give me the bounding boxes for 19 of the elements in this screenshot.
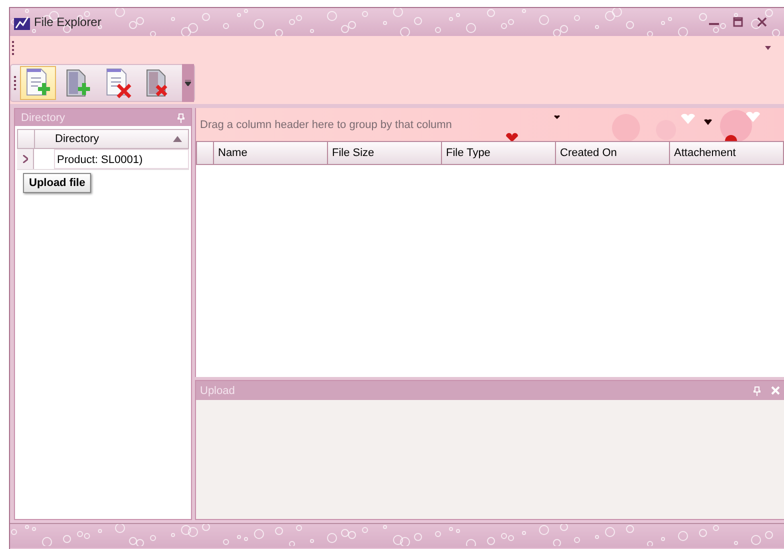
app-logo-icon [14, 14, 30, 30]
window-title: File Explorer [34, 15, 102, 29]
column-header[interactable]: Name [214, 142, 328, 164]
tooltip: Upload file [23, 173, 92, 193]
dropdown-arrow-icon [185, 80, 191, 86]
sort-ascending-icon[interactable] [173, 136, 182, 142]
tree-row[interactable]: Product: SL0001) [54, 149, 189, 169]
toolbar-button[interactable] [20, 66, 56, 100]
group-by-hint: Drag a column header here to group by that column [200, 118, 452, 130]
column-header[interactable]: Attachement [670, 142, 784, 164]
column-header[interactable]: File Type [442, 142, 556, 164]
column-header[interactable]: File Size [328, 142, 442, 164]
maximize-icon[interactable] [733, 17, 743, 27]
panel-title: Upload [200, 384, 236, 397]
toolbar-overflow-button[interactable] [182, 64, 194, 102]
panel-title: Directory [21, 112, 66, 124]
dropdown-arrow-icon[interactable] [765, 46, 771, 50]
column-header[interactable]: Created On [556, 142, 670, 164]
close-icon[interactable] [757, 17, 767, 27]
